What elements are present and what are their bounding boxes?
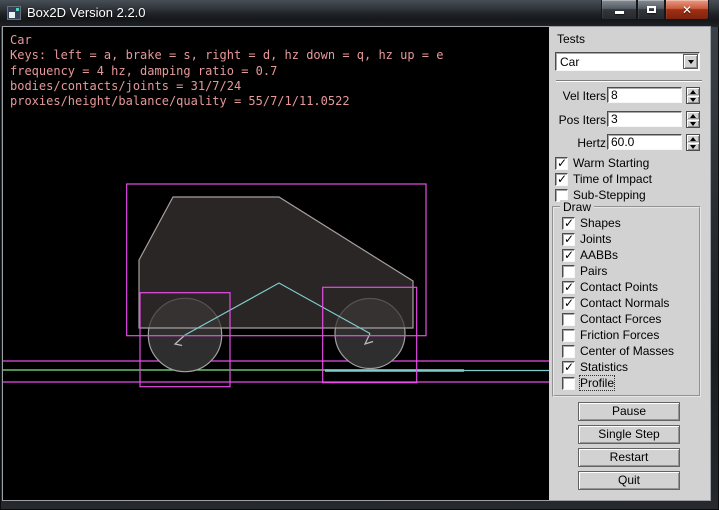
minimize-icon bbox=[615, 11, 624, 14]
arrow-down-icon bbox=[690, 122, 696, 126]
debug-stats-text: Car Keys: left = a, brake = s, right = d… bbox=[10, 33, 443, 109]
app-icon-square bbox=[9, 12, 15, 18]
checkbox-box[interactable] bbox=[562, 361, 575, 374]
draw-group-legend: Draw bbox=[560, 200, 594, 214]
spin-up-button[interactable] bbox=[687, 112, 699, 119]
hertz-label: Hertz bbox=[577, 136, 606, 150]
minimize-button[interactable] bbox=[601, 0, 637, 20]
checkbox-label: Contact Points bbox=[580, 280, 658, 294]
checkbox-label: Shapes bbox=[580, 216, 621, 230]
stat-line-title: Car bbox=[10, 33, 32, 47]
checkbox-time-of-impact[interactable]: Time of Impact bbox=[555, 172, 652, 186]
hertz-input[interactable] bbox=[607, 134, 682, 150]
checkbox-box[interactable] bbox=[562, 313, 575, 326]
checkbox-box[interactable] bbox=[555, 173, 568, 186]
checkbox-box[interactable] bbox=[562, 249, 575, 262]
app-icon bbox=[7, 6, 21, 20]
checkbox-label: Friction Forces bbox=[580, 328, 659, 342]
app-window: Box2D Version 2.2.0 ✕ bbox=[0, 0, 719, 510]
checkbox-statistics[interactable]: Statistics bbox=[562, 360, 628, 374]
checkbox-profile[interactable]: Profile bbox=[562, 376, 614, 390]
stat-line-keys: Keys: left = a, brake = s, right = d, hz… bbox=[10, 48, 443, 62]
checkbox-friction-forces[interactable]: Friction Forces bbox=[562, 328, 659, 342]
checkbox-label: AABBs bbox=[580, 248, 618, 262]
checkbox-box[interactable] bbox=[562, 329, 575, 342]
stat-line-frequency: frequency = 4 hz, damping ratio = 0.7 bbox=[10, 64, 277, 78]
maximize-icon bbox=[647, 6, 656, 13]
checkbox-box[interactable] bbox=[562, 265, 575, 278]
checkbox-label: Pairs bbox=[580, 264, 607, 278]
checkbox-label: Warm Starting bbox=[573, 156, 649, 170]
checkbox-contact-forces[interactable]: Contact Forces bbox=[562, 312, 661, 326]
checkbox-joints[interactable]: Joints bbox=[562, 232, 611, 246]
pos-iters-input[interactable] bbox=[607, 111, 682, 127]
separator bbox=[556, 80, 702, 82]
pos-iters-label: Pos Iters bbox=[559, 113, 606, 127]
control-panel: Tests Car Vel Iters Pos Iters bbox=[549, 27, 710, 500]
arrow-up-icon bbox=[690, 114, 696, 118]
draw-group: Draw Shapes Joints AABBs Pairs bbox=[552, 206, 701, 397]
single-step-button[interactable]: Single Step bbox=[578, 425, 680, 444]
spin-down-button[interactable] bbox=[687, 143, 699, 150]
checkbox-contact-normals[interactable]: Contact Normals bbox=[562, 296, 669, 310]
checkbox-box[interactable] bbox=[555, 157, 568, 170]
checkbox-contact-points[interactable]: Contact Points bbox=[562, 280, 658, 294]
checkbox-label: Center of Masses bbox=[580, 344, 674, 358]
checkbox-label: Profile bbox=[580, 376, 614, 390]
close-icon: ✕ bbox=[682, 4, 692, 16]
spin-up-button[interactable] bbox=[687, 135, 699, 142]
checkbox-box[interactable] bbox=[562, 297, 575, 310]
vel-iters-spinner[interactable] bbox=[686, 87, 700, 104]
simulation-canvas[interactable]: Car Keys: left = a, brake = s, right = d… bbox=[3, 27, 549, 500]
pos-iters-row: Pos Iters bbox=[549, 111, 710, 128]
app-icon-accent bbox=[16, 8, 19, 11]
checkbox-label: Statistics bbox=[580, 360, 628, 374]
arrow-down-icon bbox=[690, 98, 696, 102]
stat-line-bodies: bodies/contacts/joints = 31/7/24 bbox=[10, 79, 241, 93]
tests-dropdown-button[interactable] bbox=[683, 54, 698, 69]
hertz-row: Hertz bbox=[549, 134, 710, 151]
checkbox-aabbs[interactable]: AABBs bbox=[562, 248, 618, 262]
checkbox-box[interactable] bbox=[562, 217, 575, 230]
vel-iters-label: Vel Iters bbox=[563, 89, 606, 103]
restart-button[interactable]: Restart bbox=[578, 448, 680, 467]
checkbox-label: Joints bbox=[580, 232, 611, 246]
window-title: Box2D Version 2.2.0 bbox=[27, 5, 146, 20]
car-chassis bbox=[139, 197, 413, 328]
title-bar[interactable]: Box2D Version 2.2.0 ✕ bbox=[0, 0, 719, 27]
tests-label: Tests bbox=[557, 32, 585, 46]
arrow-up-icon bbox=[690, 137, 696, 141]
spin-down-button[interactable] bbox=[687, 96, 699, 103]
checkbox-label: Contact Normals bbox=[580, 296, 669, 310]
checkbox-warm-starting[interactable]: Warm Starting bbox=[555, 156, 649, 170]
checkbox-box[interactable] bbox=[562, 233, 575, 246]
checkbox-label: Time of Impact bbox=[573, 172, 652, 186]
checkbox-shapes[interactable]: Shapes bbox=[562, 216, 621, 230]
tests-dropdown[interactable]: Car bbox=[555, 52, 700, 71]
vel-iters-row: Vel Iters bbox=[549, 87, 710, 104]
vel-iters-input[interactable] bbox=[607, 87, 682, 103]
caption-buttons: ✕ bbox=[601, 0, 709, 20]
tests-dropdown-value: Car bbox=[560, 55, 579, 69]
arrow-up-icon bbox=[690, 90, 696, 94]
checkbox-label: Contact Forces bbox=[580, 312, 661, 326]
checkbox-pairs[interactable]: Pairs bbox=[562, 264, 607, 278]
chevron-down-icon bbox=[688, 60, 694, 64]
pos-iters-spinner[interactable] bbox=[686, 111, 700, 128]
quit-button[interactable]: Quit bbox=[578, 471, 680, 490]
spin-down-button[interactable] bbox=[687, 120, 699, 127]
arrow-down-icon bbox=[690, 145, 696, 149]
spin-up-button[interactable] bbox=[687, 88, 699, 95]
checkbox-box[interactable] bbox=[562, 345, 575, 358]
pause-button[interactable]: Pause bbox=[578, 402, 680, 421]
checkbox-box[interactable] bbox=[562, 377, 575, 390]
stat-line-proxies: proxies/height/balance/quality = 55/7/1/… bbox=[10, 94, 350, 108]
checkbox-center-of-masses[interactable]: Center of Masses bbox=[562, 344, 674, 358]
client-area: Car Keys: left = a, brake = s, right = d… bbox=[3, 27, 710, 500]
hertz-spinner[interactable] bbox=[686, 134, 700, 151]
checkbox-box[interactable] bbox=[562, 281, 575, 294]
close-button[interactable]: ✕ bbox=[665, 0, 709, 20]
maximize-button[interactable] bbox=[637, 0, 665, 20]
